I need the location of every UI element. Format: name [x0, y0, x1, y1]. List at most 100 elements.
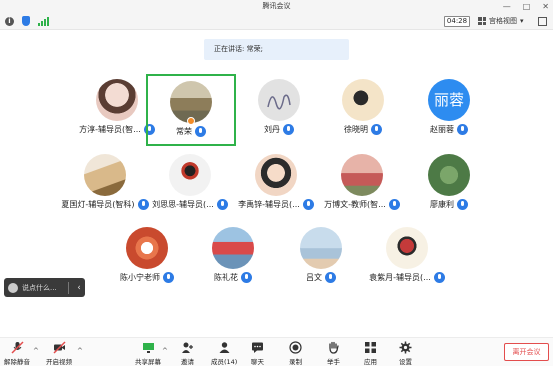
unmute-button[interactable]: 解除静音 — [4, 341, 30, 366]
add-user-icon — [181, 341, 194, 354]
microphone-icon[interactable] — [195, 126, 206, 137]
chat-input[interactable]: 说点什么... ‹ — [4, 278, 85, 297]
avatar — [342, 79, 384, 121]
microphone-icon[interactable] — [283, 124, 294, 135]
participant-name: 陈礼花 — [214, 273, 238, 282]
window-title: 腾讯会议 — [262, 2, 291, 10]
participant-name: 夏国灯-辅导员(智科) — [61, 200, 135, 209]
record-button[interactable]: 录制 — [289, 341, 302, 366]
participant-name: 常荣 — [176, 127, 192, 136]
participant-tile[interactable]: 吕文 — [276, 222, 366, 294]
chat-placeholder: 说点什么... — [22, 283, 57, 292]
meeting-timer: 04:28 — [444, 16, 470, 27]
participant-tile[interactable]: 丽蓉 赵丽蓉 — [404, 74, 494, 146]
avatar — [300, 227, 342, 269]
microphone-icon[interactable] — [388, 199, 400, 210]
signature-image — [267, 94, 291, 110]
participant-name: 徐晓明 — [344, 125, 368, 134]
participant-name: 刘丹 — [264, 125, 280, 134]
chevron-up-icon[interactable]: ^ — [77, 347, 83, 355]
participant-name: 万博文-教师(智... — [324, 200, 386, 209]
chevron-up-icon[interactable]: ^ — [33, 347, 39, 355]
avatar — [258, 79, 300, 121]
participant-tile[interactable]: 袁紫月-辅导员(... — [362, 222, 452, 294]
camera-off-icon — [52, 341, 66, 354]
chat-bubble-icon — [8, 282, 18, 293]
microphone-icon[interactable] — [433, 272, 445, 283]
participant-name: 刘思思-辅导员(... — [152, 200, 214, 209]
participant-name: 廖康利 — [430, 200, 454, 209]
minimize-icon[interactable]: — — [503, 2, 511, 11]
members-icon — [218, 341, 231, 354]
microphone-icon[interactable] — [163, 272, 174, 283]
apps-grid-icon — [364, 341, 377, 354]
chat-icon — [251, 341, 264, 354]
hand-icon — [327, 341, 340, 354]
view-label: 宫格视图 — [489, 17, 517, 25]
participant-tile[interactable]: 徐晓明 — [318, 74, 408, 146]
participant-tile-active[interactable]: 常荣 — [146, 74, 236, 146]
avatar — [169, 154, 211, 196]
settings-button[interactable]: 设置 — [399, 341, 412, 366]
avatar — [386, 227, 428, 269]
close-icon[interactable]: ✕ — [542, 2, 549, 11]
participant-tile[interactable]: 刘思思-辅导员(... — [145, 149, 235, 221]
speaking-banner: 正在讲话: 常荣; — [204, 39, 349, 60]
meeting-topbar: i 04:28 宫格视图 ▾ — [0, 13, 553, 30]
avatar — [126, 227, 168, 269]
avatar — [341, 154, 383, 196]
participant-tile[interactable]: 李禹锌-辅导员(... — [231, 149, 321, 221]
microphone-icon[interactable] — [457, 124, 468, 135]
participant-name: 方淳-辅导员(智... — [79, 125, 141, 134]
signal-icon[interactable] — [38, 16, 49, 26]
chat-button[interactable]: 聊天 — [251, 341, 264, 366]
microphone-icon[interactable] — [371, 124, 382, 135]
avatar — [96, 79, 138, 121]
chevron-up-icon[interactable]: ^ — [162, 347, 168, 355]
start-video-button[interactable]: 开启视频 — [46, 341, 72, 366]
chevron-left-icon[interactable]: ‹ — [73, 283, 85, 293]
avatar — [212, 227, 254, 269]
window-controls: — □ ✕ — [503, 0, 549, 13]
grid-view-icon — [478, 17, 486, 25]
participant-tile[interactable]: 夏国灯-辅导员(智科) — [60, 149, 150, 221]
maximize-icon[interactable]: □ — [523, 2, 531, 11]
avatar — [84, 154, 126, 196]
screen-share-icon — [142, 341, 155, 354]
participant-tile[interactable]: 廖康利 — [404, 149, 494, 221]
meeting-toolbar: 解除静音 ^ 开启视频 ^ 共享屏幕 ^ 邀请 成员(14) 聊天 录制 举手 … — [0, 337, 553, 366]
invite-button[interactable]: 邀请 — [181, 341, 194, 366]
members-button[interactable]: 成员(14) — [211, 341, 237, 366]
title-bar: 腾讯会议 — □ ✕ — [0, 0, 553, 13]
apps-button[interactable]: 应用 — [364, 341, 377, 366]
microphone-icon[interactable] — [241, 272, 252, 283]
participant-name: 袁紫月-辅导员(... — [369, 273, 431, 282]
share-screen-button[interactable]: 共享屏幕 — [135, 341, 161, 366]
microphone-icon[interactable] — [325, 272, 336, 283]
participant-name: 陈小宁老师 — [120, 273, 160, 282]
host-badge — [187, 117, 195, 125]
participant-tile[interactable]: 陈礼花 — [188, 222, 278, 294]
record-icon — [289, 341, 302, 354]
microphone-icon[interactable] — [457, 199, 468, 210]
chevron-down-icon: ▾ — [520, 17, 524, 25]
participant-name: 吕文 — [306, 273, 322, 282]
microphone-muted-icon — [10, 341, 24, 354]
gear-icon — [399, 341, 412, 354]
participant-tile[interactable]: 刘丹 — [234, 74, 324, 146]
fullscreen-icon[interactable] — [538, 17, 547, 26]
avatar — [428, 154, 470, 196]
info-icon[interactable]: i — [5, 16, 14, 26]
participant-tile[interactable]: 陈小宁老师 — [102, 222, 192, 294]
participant-name: 赵丽蓉 — [430, 125, 454, 134]
leave-meeting-button[interactable]: 离开会议 — [504, 343, 549, 361]
view-switch-button[interactable]: 宫格视图 ▾ — [478, 15, 524, 27]
avatar: 丽蓉 — [428, 79, 470, 121]
participant-name: 李禹锌-辅导员(... — [238, 200, 300, 209]
microphone-icon[interactable] — [302, 199, 314, 210]
shield-icon[interactable] — [22, 16, 30, 26]
participant-tile[interactable]: 万博文-教师(智... — [317, 149, 407, 221]
raise-hand-button[interactable]: 举手 — [327, 341, 340, 366]
avatar — [255, 154, 297, 196]
microphone-icon[interactable] — [216, 199, 228, 210]
